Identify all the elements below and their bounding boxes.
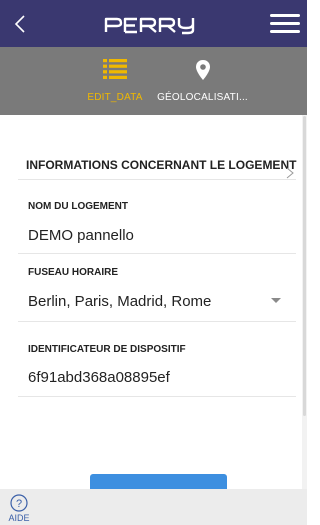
app-header [0, 0, 307, 47]
dropdown-arrow-icon[interactable] [271, 298, 281, 303]
section-title: INFORMATIONS CONCERNANT LE LOGEMENT [26, 158, 297, 172]
tab-bar: EDIT_DATA GÉOLOCALISATI... [0, 47, 307, 115]
chevron-left-icon [14, 15, 25, 33]
menu-button[interactable] [270, 14, 300, 36]
tab-label: GÉOLOCALISATI... [157, 92, 248, 103]
svg-text:?: ? [16, 498, 22, 510]
hamburger-menu-icon [270, 14, 300, 33]
help-button[interactable]: ? AIDE [6, 492, 32, 524]
list-icon [103, 59, 127, 84]
location-pin-icon [195, 59, 211, 86]
help-label: AIDE [8, 513, 30, 523]
name-field[interactable]: DEMO pannello [28, 227, 134, 244]
divider [18, 396, 296, 397]
tab-geolocation[interactable]: GÉOLOCALISATI... [155, 47, 250, 115]
back-button[interactable] [10, 12, 32, 36]
tab-label: EDIT_DATA [87, 92, 143, 103]
scrollbar-thumb[interactable] [303, 116, 306, 416]
timezone-label: FUSEAU HORAIRE [28, 267, 119, 278]
perry-logo [100, 14, 210, 36]
divider [18, 321, 296, 322]
device-id-label: IDENTIFICATEUR DE DISPOSITIF [28, 344, 186, 355]
timezone-select[interactable]: Berlin, Paris, Madrid, Rome [28, 293, 211, 310]
question-circle-icon: ? [10, 494, 28, 512]
divider [18, 253, 296, 254]
name-label: NOM DU LOGEMENT [28, 201, 128, 212]
chevron-right-icon[interactable] [286, 167, 294, 179]
form-panel: INFORMATIONS CONCERNANT LE LOGEMENT NOM … [8, 115, 302, 489]
tab-edit-data[interactable]: EDIT_DATA [80, 47, 150, 115]
device-id-value: 6f91abd368a08895ef [28, 369, 170, 386]
divider [18, 179, 296, 180]
bottom-bar: ? AIDE [0, 489, 307, 525]
